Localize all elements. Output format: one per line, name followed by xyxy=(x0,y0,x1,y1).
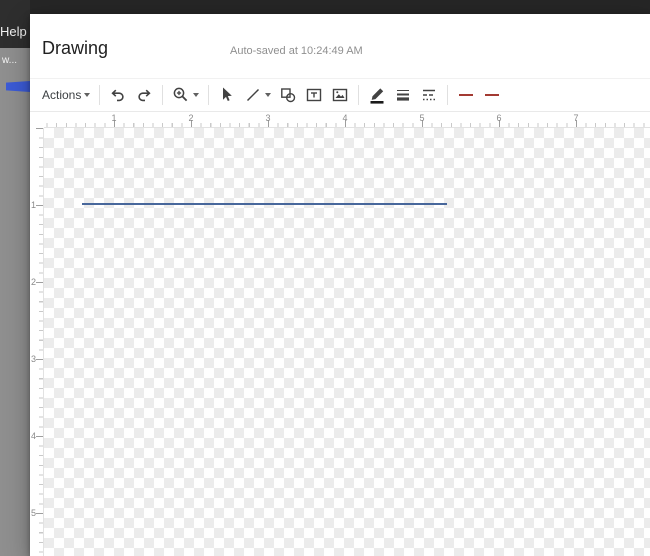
background-blue-shape xyxy=(6,81,30,92)
line-weight-icon xyxy=(394,86,412,104)
undo-icon xyxy=(109,86,127,104)
ruler-number: 1 xyxy=(111,113,116,123)
chevron-down-icon xyxy=(265,93,271,97)
line-color-pencil-icon xyxy=(368,86,386,104)
line-dash-button[interactable] xyxy=(416,82,442,108)
ruler-number: 4 xyxy=(31,431,36,441)
line-tool-icon xyxy=(244,86,262,104)
dialog-title: Drawing xyxy=(42,38,108,59)
shape-icon xyxy=(279,86,297,104)
select-cursor-icon xyxy=(218,86,236,104)
toolbar-separator xyxy=(447,85,448,105)
ruler-number: 6 xyxy=(496,113,501,123)
ruler-number: 2 xyxy=(188,113,193,123)
horizontal-ruler: 1 2 3 4 5 6 7 xyxy=(44,112,650,128)
drawing-canvas[interactable] xyxy=(44,128,650,556)
ruler-number: 5 xyxy=(419,113,424,123)
ruler-number: 3 xyxy=(265,113,270,123)
ruler-number: 3 xyxy=(31,354,36,364)
line-end-icon xyxy=(483,86,501,104)
chevron-down-icon xyxy=(193,93,199,97)
shape-tool-button[interactable] xyxy=(275,82,301,108)
actions-label: Actions xyxy=(42,88,81,102)
line-color-button[interactable] xyxy=(364,82,390,108)
toolbar-separator xyxy=(208,85,209,105)
line-end-button[interactable] xyxy=(479,82,505,108)
dimmed-top-strip xyxy=(0,0,650,14)
drawing-dialog: Drawing Auto-saved at 10:24:49 AM Action… xyxy=(30,14,650,556)
ruler-number: 7 xyxy=(573,113,578,123)
ruler-number: 1 xyxy=(31,200,36,210)
toolbar-separator xyxy=(162,85,163,105)
undo-button[interactable] xyxy=(105,82,131,108)
background-help-menu: Help xyxy=(0,24,27,39)
toolbar-separator xyxy=(99,85,100,105)
image-icon xyxy=(331,86,349,104)
vertical-ruler: 1 2 3 4 5 xyxy=(30,128,44,556)
redo-icon xyxy=(135,86,153,104)
background-text-snippet: w... xyxy=(2,55,17,66)
select-tool-button[interactable] xyxy=(214,82,240,108)
line-tool-button[interactable] xyxy=(240,82,275,108)
redo-button[interactable] xyxy=(131,82,157,108)
text-box-icon xyxy=(305,86,323,104)
line-weight-button[interactable] xyxy=(390,82,416,108)
dimmed-left-strip: Help w... xyxy=(0,0,30,556)
drawn-line[interactable] xyxy=(82,203,447,205)
ruler-number: 5 xyxy=(31,508,36,518)
line-start-button[interactable] xyxy=(453,82,479,108)
ruler-number: 4 xyxy=(342,113,347,123)
zoom-icon xyxy=(172,86,190,104)
toolbar: Actions xyxy=(30,78,650,112)
ruler-number: 2 xyxy=(31,277,36,287)
zoom-button[interactable] xyxy=(168,82,203,108)
line-dash-icon xyxy=(420,86,438,104)
toolbar-separator xyxy=(358,85,359,105)
insert-image-button[interactable] xyxy=(327,82,353,108)
chevron-down-icon xyxy=(84,93,90,97)
actions-menu-button[interactable]: Actions xyxy=(38,82,94,108)
line-start-icon xyxy=(457,86,475,104)
ruler-corner xyxy=(30,112,44,128)
text-box-button[interactable] xyxy=(301,82,327,108)
autosave-status: Auto-saved at 10:24:49 AM xyxy=(230,45,363,57)
